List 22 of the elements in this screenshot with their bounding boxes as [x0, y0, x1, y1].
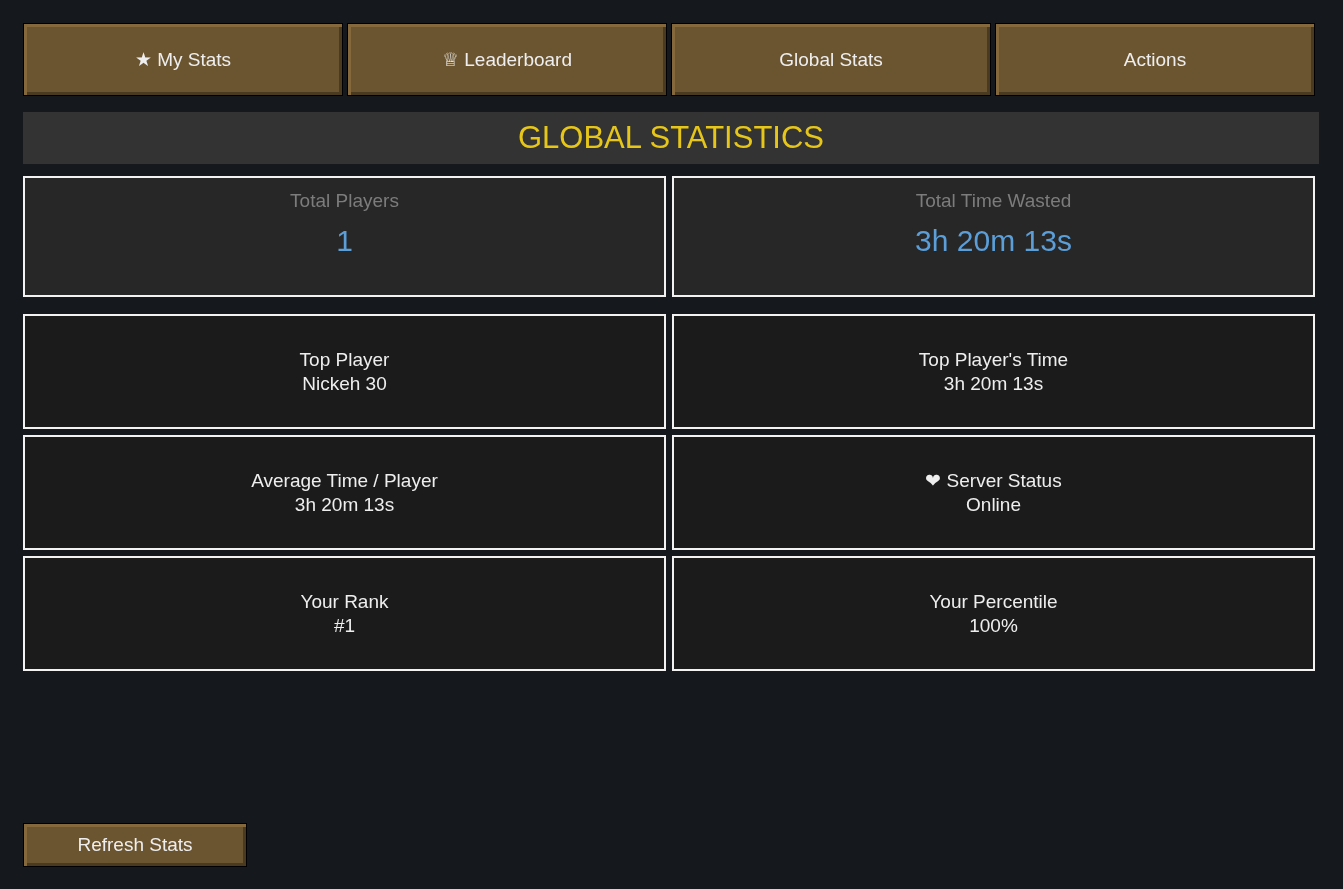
tab[interactable]: Actions	[995, 23, 1315, 96]
section-heading: GLOBAL STATISTICS	[23, 112, 1319, 164]
stat-value: 3h 20m 13s	[943, 371, 1044, 396]
stat-value: 1	[336, 224, 353, 258]
stat-label: Your Rank	[300, 589, 389, 614]
stat-label: ❤ Server Status	[925, 468, 1062, 493]
stat-label: Average Time / Player	[251, 468, 438, 493]
tab[interactable]: Global Stats	[671, 23, 991, 96]
stat-label: Top Player	[299, 347, 390, 372]
stat-value: #1	[333, 613, 356, 638]
stat-label: Total Time Wasted	[915, 190, 1072, 212]
stat-value: 3h 20m 13s	[294, 492, 395, 517]
stat-value: 3h 20m 13s	[915, 224, 1072, 258]
stat-value: Online	[966, 492, 1021, 517]
tab[interactable]: ★ My Stats	[23, 23, 343, 96]
stat-value: Nickeh 30	[302, 371, 387, 396]
stat-label: Total Players	[290, 190, 399, 212]
refresh-button[interactable]: Refresh Stats	[23, 823, 247, 867]
stat-value: 100%	[969, 613, 1018, 638]
stat-label: Top Player's Time	[918, 347, 1069, 372]
stat-label: Your Percentile	[929, 589, 1058, 614]
tab[interactable]: ♕ Leaderboard	[347, 23, 667, 96]
